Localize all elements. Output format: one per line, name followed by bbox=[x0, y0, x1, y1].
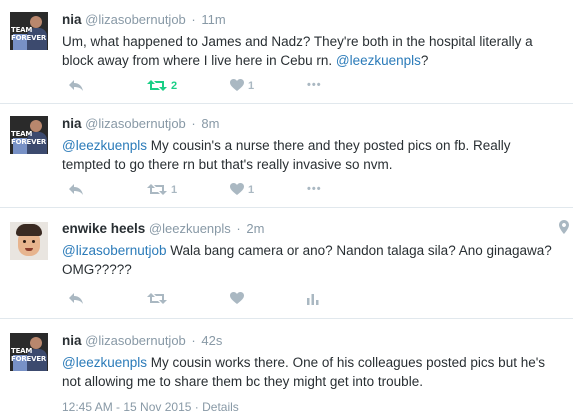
avatar-text: TEAM FOREVER bbox=[11, 347, 47, 363]
like-icon bbox=[230, 183, 244, 195]
tweet-time[interactable]: 2m bbox=[246, 221, 264, 236]
reply-button[interactable] bbox=[68, 292, 84, 305]
conversation-timeline: TEAM FOREVER nia @lizasobernutjob · 11m … bbox=[0, 0, 573, 419]
tweet-text: @lizasobernutjob Wala bang camera or ano… bbox=[62, 241, 563, 279]
display-name[interactable]: nia bbox=[62, 12, 82, 27]
reply-icon bbox=[69, 184, 83, 195]
like-icon bbox=[230, 79, 244, 91]
mention-link[interactable]: @leezkuenpls bbox=[336, 53, 421, 68]
username[interactable]: @lizasobernutjob bbox=[85, 333, 186, 348]
retweet-icon bbox=[147, 184, 167, 195]
username[interactable]: @lizasobernutjob bbox=[85, 116, 186, 131]
tweet-header: nia @lizasobernutjob · 11m bbox=[62, 0, 563, 29]
mention-link[interactable]: @lizasobernutjob bbox=[62, 243, 167, 258]
tweet-time[interactable]: 8m bbox=[201, 116, 219, 131]
avatar[interactable]: TEAM FOREVER bbox=[10, 116, 48, 154]
retweet-button[interactable] bbox=[147, 292, 167, 305]
avatar[interactable] bbox=[10, 222, 48, 260]
separator: · bbox=[191, 12, 196, 27]
tweet-header: nia @lizasobernutjob · 42s bbox=[62, 319, 563, 350]
retweet-button[interactable]: 2 bbox=[147, 79, 177, 92]
display-name[interactable]: enwike heels bbox=[62, 221, 145, 236]
more-icon: ••• bbox=[307, 79, 322, 91]
reply-icon bbox=[69, 293, 83, 304]
separator: · bbox=[194, 400, 199, 414]
tweet-text-body: Um, what happened to James and Nadz? The… bbox=[62, 34, 533, 68]
more-button[interactable]: ••• bbox=[307, 79, 322, 91]
tweet-actions: 2 1 ••• bbox=[62, 79, 563, 97]
tweet-text-end: ? bbox=[420, 53, 429, 68]
analytics-button[interactable] bbox=[307, 292, 319, 305]
tweet[interactable]: TEAM FOREVER nia @lizasobernutjob · 11m … bbox=[0, 0, 573, 104]
like-button[interactable] bbox=[230, 292, 244, 305]
retweet-icon bbox=[147, 80, 167, 91]
separator: · bbox=[191, 116, 196, 131]
reply-icon bbox=[69, 80, 83, 91]
tweet-text: Um, what happened to James and Nadz? The… bbox=[62, 32, 563, 70]
tweet-actions bbox=[62, 292, 563, 310]
tweet[interactable]: TEAM FOREVER nia @lizasobernutjob · 8m @… bbox=[0, 104, 573, 208]
reply-button[interactable] bbox=[68, 183, 84, 196]
retweet-button[interactable]: 1 bbox=[147, 183, 177, 196]
retweet-count: 2 bbox=[171, 79, 178, 92]
more-button[interactable]: ••• bbox=[307, 183, 322, 195]
tweet-timestamp-row: 12:45 AM - 15 Nov 2015 · Details bbox=[62, 400, 563, 414]
tweet-header: enwike heels @leezkuenpls · 2m bbox=[62, 208, 563, 238]
separator: · bbox=[191, 333, 196, 348]
avatar-text: TEAM FOREVER bbox=[11, 26, 47, 42]
mention-link[interactable]: @leezkuenpls bbox=[62, 355, 147, 370]
tweet-text: @leezkuenpls My cousin's a nurse there a… bbox=[62, 136, 563, 174]
like-count: 1 bbox=[248, 183, 255, 196]
more-icon: ••• bbox=[307, 183, 322, 195]
tweet-timestamp[interactable]: 12:45 AM - 15 Nov 2015 bbox=[62, 400, 191, 414]
tweet-header: nia @lizasobernutjob · 8m bbox=[62, 104, 563, 133]
like-count: 1 bbox=[248, 79, 255, 92]
display-name[interactable]: nia bbox=[62, 116, 82, 131]
username[interactable]: @leezkuenpls bbox=[149, 221, 231, 236]
retweet-count: 1 bbox=[171, 183, 178, 196]
avatar-text: TEAM FOREVER bbox=[11, 130, 47, 146]
avatar[interactable]: TEAM FOREVER bbox=[10, 333, 48, 371]
tweet-time[interactable]: 42s bbox=[201, 333, 222, 348]
tweet-text: @leezkuenpls My cousin works there. One … bbox=[62, 353, 563, 391]
analytics-icon bbox=[307, 294, 319, 305]
retweet-icon bbox=[147, 293, 167, 304]
details-link[interactable]: Details bbox=[202, 400, 239, 414]
location-pin-icon[interactable] bbox=[559, 220, 569, 234]
avatar[interactable]: TEAM FOREVER bbox=[10, 12, 48, 50]
tweet-time[interactable]: 11m bbox=[201, 12, 225, 27]
like-button[interactable]: 1 bbox=[230, 79, 254, 92]
tweet[interactable]: TEAM FOREVER nia @lizasobernutjob · 42s … bbox=[0, 319, 573, 419]
display-name[interactable]: nia bbox=[62, 333, 82, 348]
mention-link[interactable]: @leezkuenpls bbox=[62, 138, 147, 153]
like-button[interactable]: 1 bbox=[230, 183, 254, 196]
tweet-actions: 1 1 ••• bbox=[62, 183, 563, 201]
username[interactable]: @lizasobernutjob bbox=[85, 12, 186, 27]
separator: · bbox=[236, 221, 241, 236]
tweet[interactable]: enwike heels @leezkuenpls · 2m @lizasobe… bbox=[0, 208, 573, 319]
reply-button[interactable] bbox=[68, 79, 84, 92]
like-icon bbox=[230, 292, 244, 304]
